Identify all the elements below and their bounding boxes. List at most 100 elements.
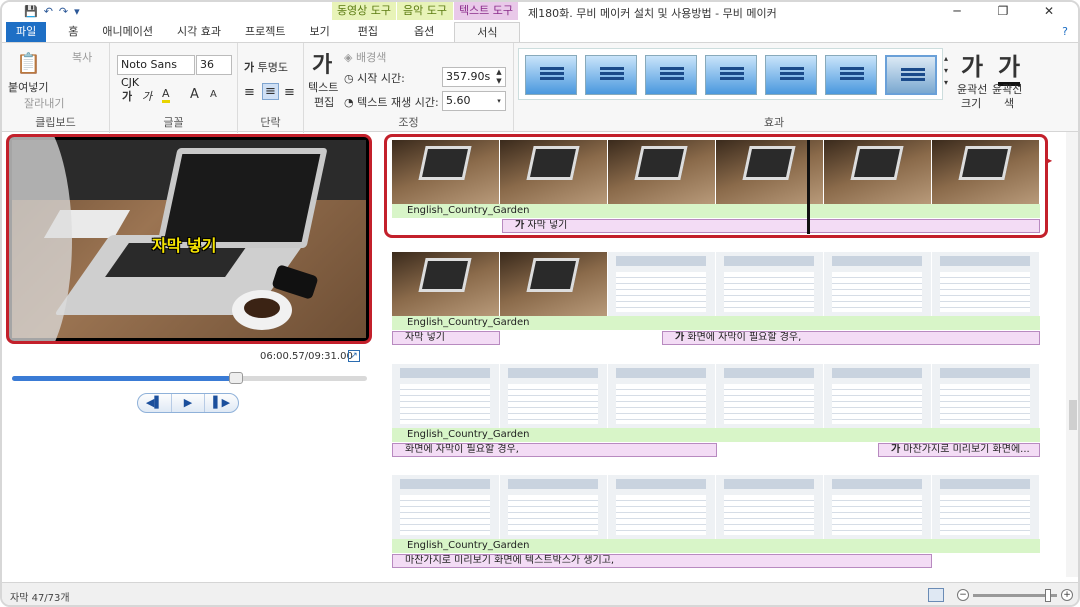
effect-thumb-7[interactable] <box>885 55 937 95</box>
start-time-input[interactable]: 357.90s ▲ ▼ <box>442 67 506 87</box>
transparency-label: 투명도 <box>257 61 288 74</box>
cut-button[interactable]: 잘라내기 <box>24 95 64 111</box>
customize-qat-icon[interactable]: ▾ <box>74 5 80 18</box>
transparency-button[interactable]: 가 투명도 <box>244 59 288 75</box>
effect-thumb-4[interactable] <box>705 55 757 95</box>
audio-track[interactable]: English_Country_Garden <box>392 316 1040 330</box>
italic-button[interactable]: 가 <box>142 88 152 104</box>
font-color-button[interactable]: A <box>162 87 170 103</box>
align-center-button[interactable]: ≡ <box>262 83 279 100</box>
group-paragraph: 가 투명도 ≡ ≡ ≡ 단락 <box>238 43 304 133</box>
tab-format[interactable]: 서식 <box>454 22 521 42</box>
seek-bar[interactable] <box>12 372 367 384</box>
quick-access-toolbar: 💾 ↶ ↷ ▾ <box>24 5 80 18</box>
effects-gallery <box>518 48 943 100</box>
restore-button[interactable]: ❐ <box>980 4 1026 18</box>
group-label-effects: 효과 <box>763 116 785 129</box>
window-title: 제180화. 무비 메이커 설치 및 사용방법 - 무비 메이커 <box>528 7 777 20</box>
text-edit-label-2[interactable]: 편집 <box>314 94 334 110</box>
gallery-scroll-icon[interactable]: ▴ ▾ ▾ <box>944 53 948 89</box>
storyboard-scrollbar[interactable] <box>1066 132 1078 577</box>
play-button[interactable]: ▶ <box>172 394 206 412</box>
background-color-button[interactable]: ◈ 배경색 <box>344 49 386 65</box>
tab-edit[interactable]: 편집 <box>342 22 394 42</box>
zoom-control: − + <box>957 588 1073 602</box>
grow-font-button[interactable]: A <box>190 87 199 102</box>
transparency-icon: 가 <box>244 61 255 74</box>
zoom-in-button[interactable]: + <box>1061 589 1073 601</box>
caption-clip-icon: 가 <box>675 332 685 343</box>
group-label-paragraph: 단락 <box>260 116 281 129</box>
zoom-slider-handle[interactable] <box>1045 588 1051 602</box>
redo-icon[interactable]: ↷ <box>59 5 68 18</box>
bold-button[interactable]: 가 <box>122 88 132 104</box>
copy-button[interactable]: 복사 <box>72 49 92 65</box>
caption-clip[interactable]: 자막 넣기 <box>392 331 500 345</box>
previous-frame-button[interactable]: ◀▌ <box>138 394 172 412</box>
start-time-spinner[interactable]: ▲ ▼ <box>493 68 505 86</box>
tab-view[interactable]: 보기 <box>297 22 341 42</box>
storyboard-view-icon[interactable] <box>928 588 944 602</box>
context-music-tools: 음악 도구 <box>397 2 453 20</box>
caption-clip[interactable]: 화면에 자막이 필요할 경우, <box>392 443 717 457</box>
outline-size-icon[interactable]: 가 <box>961 47 983 82</box>
caption-clip[interactable]: 가 마찬가지로 미리보기 화면에... <box>878 443 1040 457</box>
start-time-label: ◷ 시작 시간: <box>344 72 405 85</box>
tab-home[interactable]: 홈 <box>56 22 90 42</box>
tab-animation[interactable]: 애니메이션 <box>90 22 165 42</box>
help-icon[interactable]: ? <box>1062 25 1068 38</box>
window-controls: ─ ❐ ✕ <box>934 4 1072 18</box>
outline-color-label-2[interactable]: 색 <box>1004 95 1014 111</box>
tab-options[interactable]: 옵션 <box>394 22 454 42</box>
audio-track[interactable]: English_Country_Garden <box>392 428 1040 442</box>
playhead[interactable] <box>807 140 810 234</box>
align-right-button[interactable]: ≡ <box>284 85 295 100</box>
duration-label: ◔ 텍스트 재생 시간: <box>344 96 439 109</box>
scrollbar-thumb[interactable] <box>1069 400 1077 430</box>
tab-visual-effects[interactable]: 시각 효과 <box>165 22 233 42</box>
zoom-out-button[interactable]: − <box>957 589 969 601</box>
seek-bar-handle[interactable] <box>228 372 243 384</box>
effect-thumb-5[interactable] <box>765 55 817 95</box>
paste-icon[interactable]: 📋 <box>16 51 41 75</box>
video-track[interactable] <box>392 252 1040 316</box>
effect-thumb-3[interactable] <box>645 55 697 95</box>
group-adjust: 가 텍스트 편집 ◈ 배경색 ◷ 시작 시간: 357.90s ▲ ▼ ◔ 텍스트… <box>304 43 514 133</box>
tab-project[interactable]: 프로젝트 <box>233 22 297 42</box>
paste-button[interactable]: 붙여넣기 <box>8 79 48 95</box>
preview-caption-text[interactable]: 자막 넣기 <box>152 232 216 256</box>
close-button[interactable]: ✕ <box>1026 4 1072 18</box>
minimize-button[interactable]: ─ <box>934 4 980 18</box>
text-edit-icon[interactable]: 가 <box>312 47 332 79</box>
group-label-adjust: 조정 <box>398 116 419 129</box>
effect-thumb-1[interactable] <box>525 55 577 95</box>
popout-preview-icon[interactable]: ↗ <box>348 350 360 362</box>
effect-thumb-6[interactable] <box>825 55 877 95</box>
group-label-clipboard: 클립보드 <box>35 116 76 129</box>
outline-size-label-2[interactable]: 크기 <box>961 95 981 111</box>
next-frame-button[interactable]: ▌▶ <box>205 394 238 412</box>
playback-controls: ◀▌ ▶ ▌▶ <box>137 393 239 413</box>
effect-thumb-2[interactable] <box>585 55 637 95</box>
video-track[interactable] <box>392 475 1040 539</box>
zoom-slider[interactable] <box>973 588 1057 602</box>
undo-icon[interactable]: ↶ <box>44 5 53 18</box>
save-icon[interactable]: 💾 <box>24 5 38 18</box>
tab-file[interactable]: 파일 <box>6 22 47 42</box>
audio-track[interactable]: English_Country_Garden <box>392 539 1040 553</box>
shrink-font-button[interactable]: A <box>210 89 217 100</box>
font-name-select[interactable]: Noto Sans CJK <box>117 55 195 89</box>
duration-select[interactable]: 5.60 ▾ <box>442 91 506 111</box>
group-font: Noto Sans CJK 36 가 가 A A A 글꼴 <box>110 43 238 133</box>
preview-monitor[interactable]: 자막 넣기 <box>6 134 372 344</box>
video-track[interactable] <box>392 364 1040 428</box>
duration-dropdown-icon[interactable]: ▾ <box>493 92 505 110</box>
align-left-button[interactable]: ≡ <box>244 85 255 100</box>
ribbon: 📋 붙여넣기 복사 잘라내기 클립보드 Noto Sans CJK 36 가 가… <box>2 42 1078 133</box>
caption-clip[interactable]: 가 화면에 자막이 필요할 경우, <box>662 331 1040 345</box>
ribbon-tabs: 파일 홈 애니메이션 시각 효과 프로젝트 보기 편집 옵션 서식 ? <box>2 22 1078 42</box>
caption-clip[interactable]: 마찬가지로 미리보기 화면에 텍스트박스가 생기고, <box>392 554 932 568</box>
text-edit-label-1[interactable]: 텍스트 <box>308 79 338 95</box>
font-size-select[interactable]: 36 <box>196 55 232 75</box>
row-continue-arrow-icon: ▶ <box>1046 156 1053 165</box>
